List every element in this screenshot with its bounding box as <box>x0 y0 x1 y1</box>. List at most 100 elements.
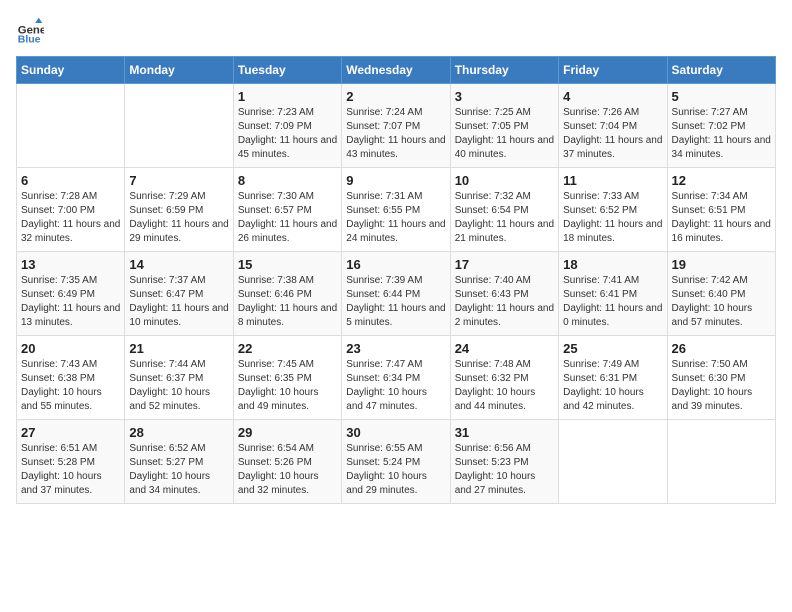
calendar-day-cell: 3 Sunrise: 7:25 AM Sunset: 7:05 PM Daylig… <box>450 84 558 168</box>
calendar-day-cell: 26 Sunrise: 7:50 AM Sunset: 6:30 PM Dayli… <box>667 336 775 420</box>
day-info: Sunrise: 7:25 AM Sunset: 7:05 PM Dayligh… <box>455 106 554 162</box>
day-number: 23 <box>346 341 445 356</box>
day-number: 5 <box>672 89 771 104</box>
day-info: Sunrise: 7:41 AM Sunset: 6:41 PM Dayligh… <box>563 274 662 330</box>
day-number: 30 <box>346 425 445 440</box>
calendar-day-cell: 11 Sunrise: 7:33 AM Sunset: 6:52 PM Dayli… <box>559 168 667 252</box>
day-number: 13 <box>21 257 120 272</box>
calendar-day-cell: 22 Sunrise: 7:45 AM Sunset: 6:35 PM Dayli… <box>233 336 341 420</box>
calendar-day-cell: 8Sunrise: 7:30 AM Sunset: 6:57 PM Daylig… <box>233 168 341 252</box>
day-info: Sunrise: 6:52 AM Sunset: 5:27 PM Dayligh… <box>129 442 228 498</box>
day-info: Sunrise: 7:32 AM Sunset: 6:54 PM Dayligh… <box>455 190 554 246</box>
calendar-day-cell: 4 Sunrise: 7:26 AM Sunset: 7:04 PM Daylig… <box>559 84 667 168</box>
calendar-day-cell: 25 Sunrise: 7:49 AM Sunset: 6:31 PM Dayli… <box>559 336 667 420</box>
day-number: 6 <box>21 173 120 188</box>
day-info: Sunrise: 7:29 AM Sunset: 6:59 PM Dayligh… <box>129 190 228 246</box>
calendar-week-row: 27 Sunrise: 6:51 AM Sunset: 5:28 PM Dayli… <box>17 420 776 504</box>
day-info: Sunrise: 6:54 AM Sunset: 5:26 PM Dayligh… <box>238 442 337 498</box>
weekday-header: Sunday <box>17 57 125 84</box>
weekday-header: Thursday <box>450 57 558 84</box>
svg-text:Blue: Blue <box>18 33 41 44</box>
day-info: Sunrise: 6:56 AM Sunset: 5:23 PM Dayligh… <box>455 442 554 498</box>
calendar-day-cell: 20 Sunrise: 7:43 AM Sunset: 6:38 PM Dayli… <box>17 336 125 420</box>
calendar-header-row: SundayMondayTuesdayWednesdayThursdayFrid… <box>17 57 776 84</box>
day-info: Sunrise: 7:43 AM Sunset: 6:38 PM Dayligh… <box>21 358 120 414</box>
calendar-week-row: 13Sunrise: 7:35 AM Sunset: 6:49 PM Dayli… <box>17 252 776 336</box>
logo-icon: General Blue <box>16 16 44 44</box>
weekday-header: Tuesday <box>233 57 341 84</box>
day-info: Sunrise: 7:40 AM Sunset: 6:43 PM Dayligh… <box>455 274 554 330</box>
day-info: Sunrise: 7:33 AM Sunset: 6:52 PM Dayligh… <box>563 190 662 246</box>
calendar-day-cell: 24 Sunrise: 7:48 AM Sunset: 6:32 PM Dayli… <box>450 336 558 420</box>
weekday-header: Monday <box>125 57 233 84</box>
day-number: 16 <box>346 257 445 272</box>
day-number: 3 <box>455 89 554 104</box>
day-info: Sunrise: 7:27 AM Sunset: 7:02 PM Dayligh… <box>672 106 771 162</box>
calendar-day-cell: 30Sunrise: 6:55 AM Sunset: 5:24 PM Dayli… <box>342 420 450 504</box>
day-number: 11 <box>563 173 662 188</box>
day-number: 19 <box>672 257 771 272</box>
calendar-week-row: 6 Sunrise: 7:28 AM Sunset: 7:00 PM Daylig… <box>17 168 776 252</box>
calendar-day-cell: 9 Sunrise: 7:31 AM Sunset: 6:55 PM Daylig… <box>342 168 450 252</box>
calendar-day-cell: 6 Sunrise: 7:28 AM Sunset: 7:00 PM Daylig… <box>17 168 125 252</box>
day-number: 10 <box>455 173 554 188</box>
day-info: Sunrise: 7:34 AM Sunset: 6:51 PM Dayligh… <box>672 190 771 246</box>
calendar-day-cell: 10 Sunrise: 7:32 AM Sunset: 6:54 PM Dayli… <box>450 168 558 252</box>
day-info: Sunrise: 7:26 AM Sunset: 7:04 PM Dayligh… <box>563 106 662 162</box>
calendar-day-cell: 2Sunrise: 7:24 AM Sunset: 7:07 PM Daylig… <box>342 84 450 168</box>
day-info: Sunrise: 7:47 AM Sunset: 6:34 PM Dayligh… <box>346 358 445 414</box>
calendar-day-cell: 31 Sunrise: 6:56 AM Sunset: 5:23 PM Dayli… <box>450 420 558 504</box>
day-number: 22 <box>238 341 337 356</box>
day-number: 9 <box>346 173 445 188</box>
calendar-day-cell: 7 Sunrise: 7:29 AM Sunset: 6:59 PM Daylig… <box>125 168 233 252</box>
calendar-day-cell: 16 Sunrise: 7:39 AM Sunset: 6:44 PM Dayli… <box>342 252 450 336</box>
calendar-day-cell: 14 Sunrise: 7:37 AM Sunset: 6:47 PM Dayli… <box>125 252 233 336</box>
day-info: Sunrise: 7:31 AM Sunset: 6:55 PM Dayligh… <box>346 190 445 246</box>
calendar-day-cell: 29Sunrise: 6:54 AM Sunset: 5:26 PM Dayli… <box>233 420 341 504</box>
day-number: 7 <box>129 173 228 188</box>
day-number: 17 <box>455 257 554 272</box>
calendar-day-cell: 23 Sunrise: 7:47 AM Sunset: 6:34 PM Dayli… <box>342 336 450 420</box>
day-number: 4 <box>563 89 662 104</box>
day-number: 12 <box>672 173 771 188</box>
page-header: General Blue <box>16 16 776 44</box>
calendar-day-cell <box>667 420 775 504</box>
day-info: Sunrise: 7:45 AM Sunset: 6:35 PM Dayligh… <box>238 358 337 414</box>
calendar-day-cell: 21Sunrise: 7:44 AM Sunset: 6:37 PM Dayli… <box>125 336 233 420</box>
day-number: 2 <box>346 89 445 104</box>
day-number: 18 <box>563 257 662 272</box>
day-number: 20 <box>21 341 120 356</box>
day-info: Sunrise: 7:23 AM Sunset: 7:09 PM Dayligh… <box>238 106 337 162</box>
day-info: Sunrise: 7:28 AM Sunset: 7:00 PM Dayligh… <box>21 190 120 246</box>
day-number: 25 <box>563 341 662 356</box>
day-number: 14 <box>129 257 228 272</box>
day-info: Sunrise: 7:50 AM Sunset: 6:30 PM Dayligh… <box>672 358 771 414</box>
day-info: Sunrise: 7:30 AM Sunset: 6:57 PM Dayligh… <box>238 190 337 246</box>
calendar-day-cell: 28 Sunrise: 6:52 AM Sunset: 5:27 PM Dayli… <box>125 420 233 504</box>
calendar-day-cell <box>559 420 667 504</box>
calendar-day-cell: 27 Sunrise: 6:51 AM Sunset: 5:28 PM Dayli… <box>17 420 125 504</box>
calendar-day-cell: 12 Sunrise: 7:34 AM Sunset: 6:51 PM Dayli… <box>667 168 775 252</box>
calendar-day-cell: 1Sunrise: 7:23 AM Sunset: 7:09 PM Daylig… <box>233 84 341 168</box>
calendar-day-cell <box>125 84 233 168</box>
day-info: Sunrise: 7:37 AM Sunset: 6:47 PM Dayligh… <box>129 274 228 330</box>
calendar-day-cell <box>17 84 125 168</box>
day-info: Sunrise: 7:49 AM Sunset: 6:31 PM Dayligh… <box>563 358 662 414</box>
calendar-day-cell: 5 Sunrise: 7:27 AM Sunset: 7:02 PM Daylig… <box>667 84 775 168</box>
day-info: Sunrise: 7:39 AM Sunset: 6:44 PM Dayligh… <box>346 274 445 330</box>
day-number: 27 <box>21 425 120 440</box>
day-number: 24 <box>455 341 554 356</box>
day-number: 28 <box>129 425 228 440</box>
calendar-week-row: 1Sunrise: 7:23 AM Sunset: 7:09 PM Daylig… <box>17 84 776 168</box>
calendar-day-cell: 19 Sunrise: 7:42 AM Sunset: 6:40 PM Dayli… <box>667 252 775 336</box>
calendar-day-cell: 17 Sunrise: 7:40 AM Sunset: 6:43 PM Dayli… <box>450 252 558 336</box>
day-info: Sunrise: 7:48 AM Sunset: 6:32 PM Dayligh… <box>455 358 554 414</box>
day-number: 26 <box>672 341 771 356</box>
calendar-day-cell: 13Sunrise: 7:35 AM Sunset: 6:49 PM Dayli… <box>17 252 125 336</box>
day-number: 31 <box>455 425 554 440</box>
weekday-header: Friday <box>559 57 667 84</box>
day-info: Sunrise: 6:51 AM Sunset: 5:28 PM Dayligh… <box>21 442 120 498</box>
day-info: Sunrise: 7:44 AM Sunset: 6:37 PM Dayligh… <box>129 358 228 414</box>
day-number: 15 <box>238 257 337 272</box>
day-info: Sunrise: 7:42 AM Sunset: 6:40 PM Dayligh… <box>672 274 771 330</box>
